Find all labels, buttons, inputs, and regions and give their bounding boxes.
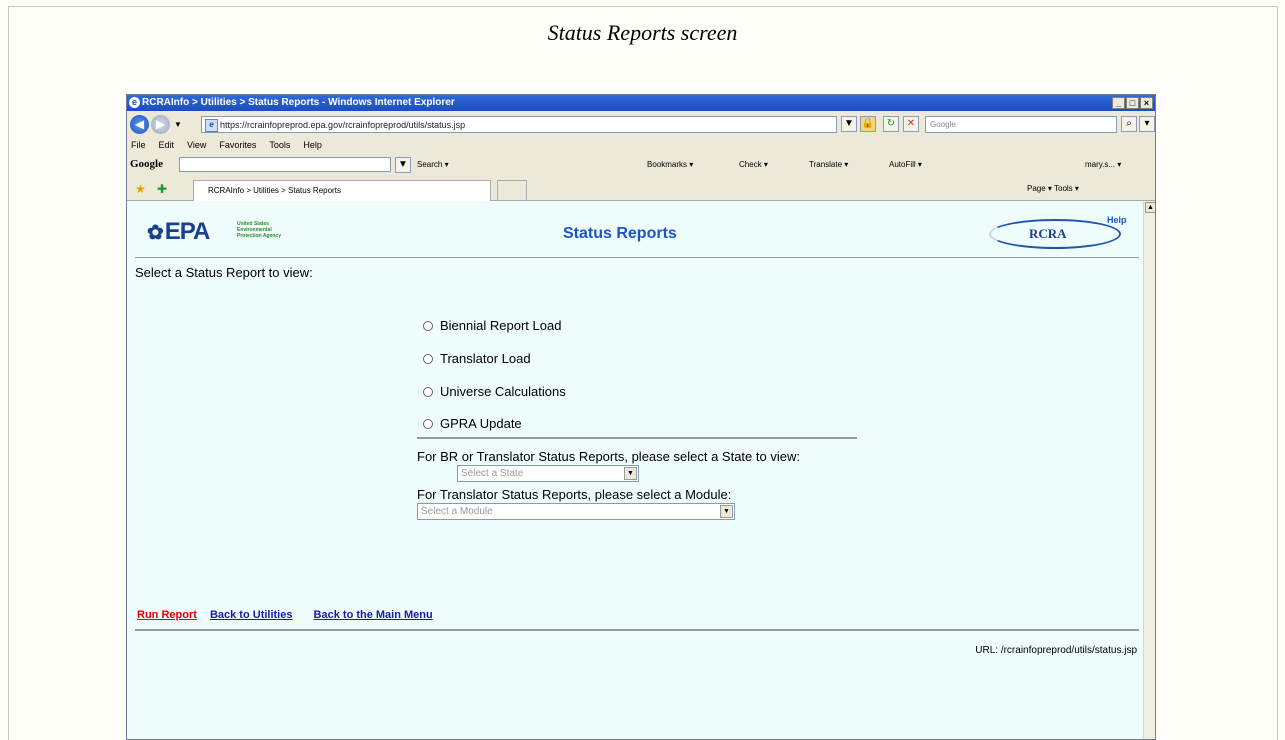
option-label: Universe Calculations [440, 384, 566, 399]
chevron-down-icon: ▼ [624, 467, 637, 480]
rcra-logo: RCRA [989, 219, 1121, 249]
back-button[interactable]: ◀ [130, 115, 149, 134]
page-icon: e [205, 119, 218, 132]
option-gpra-update[interactable]: GPRA Update [423, 416, 522, 431]
favorites-star-icon[interactable]: ★ [135, 177, 146, 201]
epa-logo-text: EPA [164, 218, 211, 245]
run-report-link[interactable]: Run Report [137, 609, 197, 621]
search-options-button[interactable]: ▾ [1139, 116, 1155, 132]
ie-logo-icon: e [129, 97, 140, 108]
radio-button[interactable] [423, 386, 433, 397]
window-controls: _ □ × [1111, 96, 1153, 112]
google-search-input[interactable] [179, 157, 391, 172]
menu-help[interactable]: Help [303, 140, 322, 150]
browser-window: e RCRAInfo > Utilities > Status Reports -… [126, 94, 1156, 740]
stop-button[interactable]: ✕ [903, 116, 919, 132]
option-label: Translator Load [440, 351, 531, 366]
tab-status-reports[interactable]: RCRAInfo > Utilities > Status Reports [193, 180, 491, 201]
menu-file[interactable]: File [131, 140, 146, 150]
radio-button[interactable] [423, 353, 433, 364]
vertical-scrollbar[interactable]: ▲ [1143, 201, 1155, 739]
action-links: Run Report Back to Utilities Back to the… [137, 609, 443, 621]
figure-caption: Status Reports screen [547, 20, 738, 45]
google-dropdown-button[interactable]: ▼ [395, 157, 411, 173]
options-divider [417, 437, 857, 439]
footer-divider [135, 629, 1139, 631]
module-select-value: Select a Module [421, 506, 493, 517]
option-biennial-report-load[interactable]: Biennial Report Load [423, 318, 561, 333]
radio-button[interactable] [423, 320, 433, 331]
google-search-button[interactable]: Search ▾ [417, 153, 449, 176]
epa-logo: ✿EPA [147, 218, 211, 246]
radio-button[interactable] [423, 418, 433, 429]
address-url: https://rcrainfopreprod.epa.gov/rcrainfo… [220, 120, 466, 130]
state-select[interactable]: Select a State ▼ [457, 465, 639, 482]
address-bar[interactable]: e https://rcrainfopreprod.epa.gov/rcrain… [201, 116, 837, 133]
autofill-button[interactable]: AutoFill ▾ [889, 153, 922, 176]
close-button[interactable]: × [1140, 97, 1153, 109]
refresh-button[interactable]: ↻ [883, 116, 899, 132]
option-translator-load[interactable]: Translator Load [423, 351, 531, 366]
title-bar: e RCRAInfo > Utilities > Status Reports -… [127, 95, 1155, 111]
menu-tools[interactable]: Tools [269, 140, 290, 150]
page-tools-menu[interactable]: Page ▾ Tools ▾ [1027, 177, 1079, 201]
page-content: ✿EPA United States Environmental Protect… [127, 201, 1143, 739]
check-button[interactable]: Check ▾ [739, 153, 768, 176]
account-button[interactable]: mary.s... ▾ [1085, 153, 1121, 176]
tab-row: ★ ✚ RCRAInfo > Utilities > Status Report… [127, 177, 1155, 201]
epa-flower-icon: ✿ [147, 222, 164, 244]
header-divider [135, 257, 1139, 258]
minimize-button[interactable]: _ [1112, 97, 1125, 109]
menu-edit[interactable]: Edit [159, 140, 175, 150]
option-label: GPRA Update [440, 416, 522, 431]
window-title: RCRAInfo > Utilities > Status Reports - … [142, 97, 455, 108]
option-label: Biennial Report Load [440, 318, 562, 333]
add-favorite-icon[interactable]: ✚ [157, 177, 167, 201]
option-universe-calculations[interactable]: Universe Calculations [423, 384, 566, 399]
google-toolbar: Google ▼ Search ▾ Bookmarks ▾ Check ▾ Tr… [127, 153, 1155, 176]
new-tab-button[interactable] [497, 180, 527, 201]
menu-favorites[interactable]: Favorites [219, 140, 256, 150]
forward-button[interactable]: ▶ [151, 115, 170, 134]
menu-view[interactable]: View [187, 140, 206, 150]
search-icon[interactable]: ⌕ [1121, 116, 1137, 132]
module-prompt: For Translator Status Reports, please se… [417, 487, 732, 502]
address-dropdown-button[interactable]: ▼ [841, 116, 857, 132]
state-prompt: For BR or Translator Status Reports, ple… [417, 449, 800, 464]
translate-button[interactable]: Translate ▾ [809, 153, 848, 176]
scroll-up-icon[interactable]: ▲ [1145, 202, 1155, 213]
back-to-utilities-link[interactable]: Back to Utilities [210, 609, 293, 621]
page-title: Status Reports [563, 225, 677, 242]
back-to-main-menu-link[interactable]: Back to the Main Menu [314, 609, 433, 621]
report-prompt: Select a Status Report to view: [135, 265, 313, 280]
menu-bar: File Edit View Favorites Tools Help [127, 137, 1155, 153]
search-input[interactable]: Google [925, 116, 1117, 133]
state-select-value: Select a State [461, 468, 524, 479]
address-row: ◀ ▶ ▼ e https://rcrainfopreprod.epa.gov/… [127, 112, 1155, 136]
module-select[interactable]: Select a Module ▼ [417, 503, 735, 520]
rcra-logo-text: RCRA [1029, 226, 1067, 241]
google-logo: Google [130, 158, 163, 170]
url-footer: URL: /rcrainfopreprod/utils/status.jsp [975, 645, 1137, 656]
epa-subtitle: United States Environmental Protection A… [237, 221, 281, 239]
help-link[interactable]: Help [1107, 215, 1127, 225]
maximize-button[interactable]: □ [1126, 97, 1139, 109]
recent-pages-dropdown[interactable]: ▼ [174, 120, 182, 129]
chevron-down-icon: ▼ [720, 505, 733, 518]
bookmarks-button[interactable]: Bookmarks ▾ [647, 153, 693, 176]
lock-icon[interactable]: 🔒 [860, 116, 876, 132]
